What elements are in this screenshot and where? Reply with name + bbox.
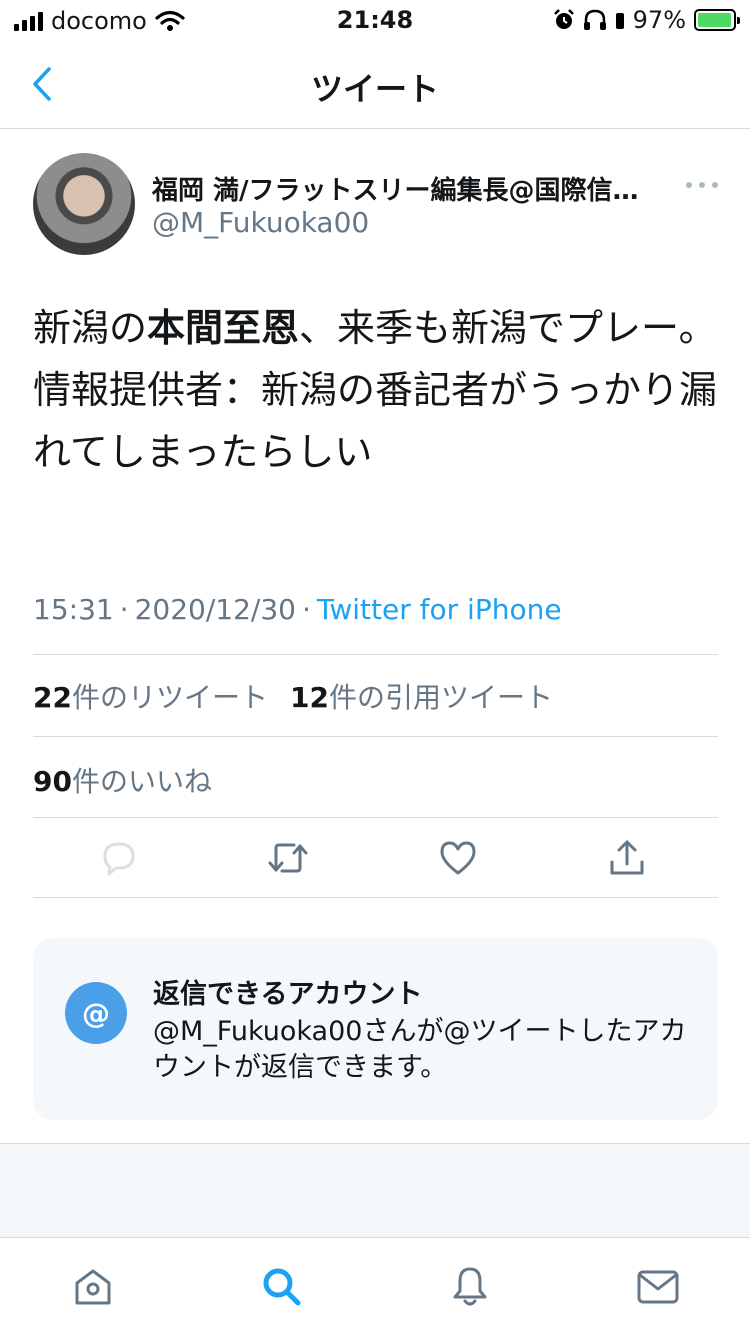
tab-search[interactable] <box>259 1264 305 1310</box>
tweet-meta: 15:31 · 2020/12/30 · Twitter for iPhone <box>33 593 562 626</box>
reply-button[interactable] <box>97 836 141 880</box>
retweets-stat[interactable]: 22件のリツイート <box>33 676 268 716</box>
nav-header: ツイート <box>0 40 750 129</box>
search-icon <box>263 1268 301 1306</box>
likes-stats: 90件のいいね <box>33 760 212 800</box>
headphones-icon <box>583 9 606 30</box>
page-title: ツイート <box>310 70 439 108</box>
likes-stat[interactable]: 90件のいいね <box>33 760 212 800</box>
battery-icon <box>694 9 740 31</box>
avatar[interactable] <box>33 153 135 255</box>
bell-icon <box>453 1267 487 1306</box>
tab-notifications[interactable] <box>447 1264 493 1310</box>
likes-count: 90 <box>33 765 72 798</box>
divider <box>33 736 718 737</box>
tweet-text-part: 、来季も新潟でプレー。 <box>299 306 717 350</box>
tab-bar <box>0 1237 750 1334</box>
retweets-label: 件のリツイート <box>71 681 268 714</box>
quotes-stat[interactable]: 12件の引用ツイート <box>290 676 553 716</box>
at-sign-icon: @ <box>65 982 127 1044</box>
alarm-icon <box>553 9 574 29</box>
tab-messages[interactable] <box>635 1264 681 1310</box>
reply-icon <box>103 842 135 876</box>
more-button[interactable] <box>686 170 718 200</box>
status-right: 97% <box>553 6 740 34</box>
orientation-lock-icon <box>615 13 624 29</box>
mail-icon <box>637 1270 679 1304</box>
meta-separator: · <box>119 593 129 626</box>
tweet-text: 新潟の本間至恩、来季も新潟でプレー。 情報提供者：新潟の番記者がうっかり漏れてし… <box>33 297 723 483</box>
retweet-stats: 22件のリツイート 12件の引用ツイート <box>33 676 553 716</box>
likes-label: 件のいいね <box>71 765 212 798</box>
card-title: 返信できるアカウント <box>153 979 423 1010</box>
tweet-source-link[interactable]: Twitter for iPhone <box>317 593 562 626</box>
author-name[interactable]: 福岡 満/フラットスリー編集長@国際信… <box>152 170 682 207</box>
more-horizontal-icon <box>686 182 692 188</box>
tweet-text-bold: 本間至恩 <box>147 306 300 350</box>
retweets-count: 22 <box>33 681 72 714</box>
quotes-count: 12 <box>289 681 329 714</box>
meta-separator: · <box>302 593 311 626</box>
home-icon <box>75 1269 111 1305</box>
tweet-date: 2020/12/30 <box>134 593 296 626</box>
divider <box>33 654 718 655</box>
share-icon <box>610 840 644 875</box>
tweet-action-bar <box>33 818 718 898</box>
heart-icon <box>440 841 476 875</box>
tweet-text-part: 新潟の <box>33 306 148 350</box>
retweet-button[interactable] <box>266 836 310 880</box>
tweet-time: 15:31 <box>33 593 114 626</box>
reply-restriction-card: @ 返信できるアカウント @M_Fukuoka00さんが@ツイートしたアカウント… <box>33 938 718 1120</box>
card-body: @M_Fukuoka00さんが@ツイートしたアカウントが返信できます。 <box>153 1016 687 1083</box>
content-spacer <box>0 1143 750 1237</box>
status-bar: docomo 21:48 97% <box>0 0 750 40</box>
battery-percent: 97% <box>632 6 686 34</box>
tweet-text-line: 情報提供者：新潟の番記者がうっかり漏れてしまったらしい <box>33 368 718 474</box>
share-button[interactable] <box>605 836 649 880</box>
divider <box>33 897 718 898</box>
like-button[interactable] <box>436 836 480 880</box>
author-handle[interactable]: @M_Fukuoka00 <box>152 206 369 239</box>
retweet-icon <box>268 843 308 873</box>
tab-home[interactable] <box>70 1264 116 1310</box>
quotes-label: 件の引用ツイート <box>328 681 553 714</box>
